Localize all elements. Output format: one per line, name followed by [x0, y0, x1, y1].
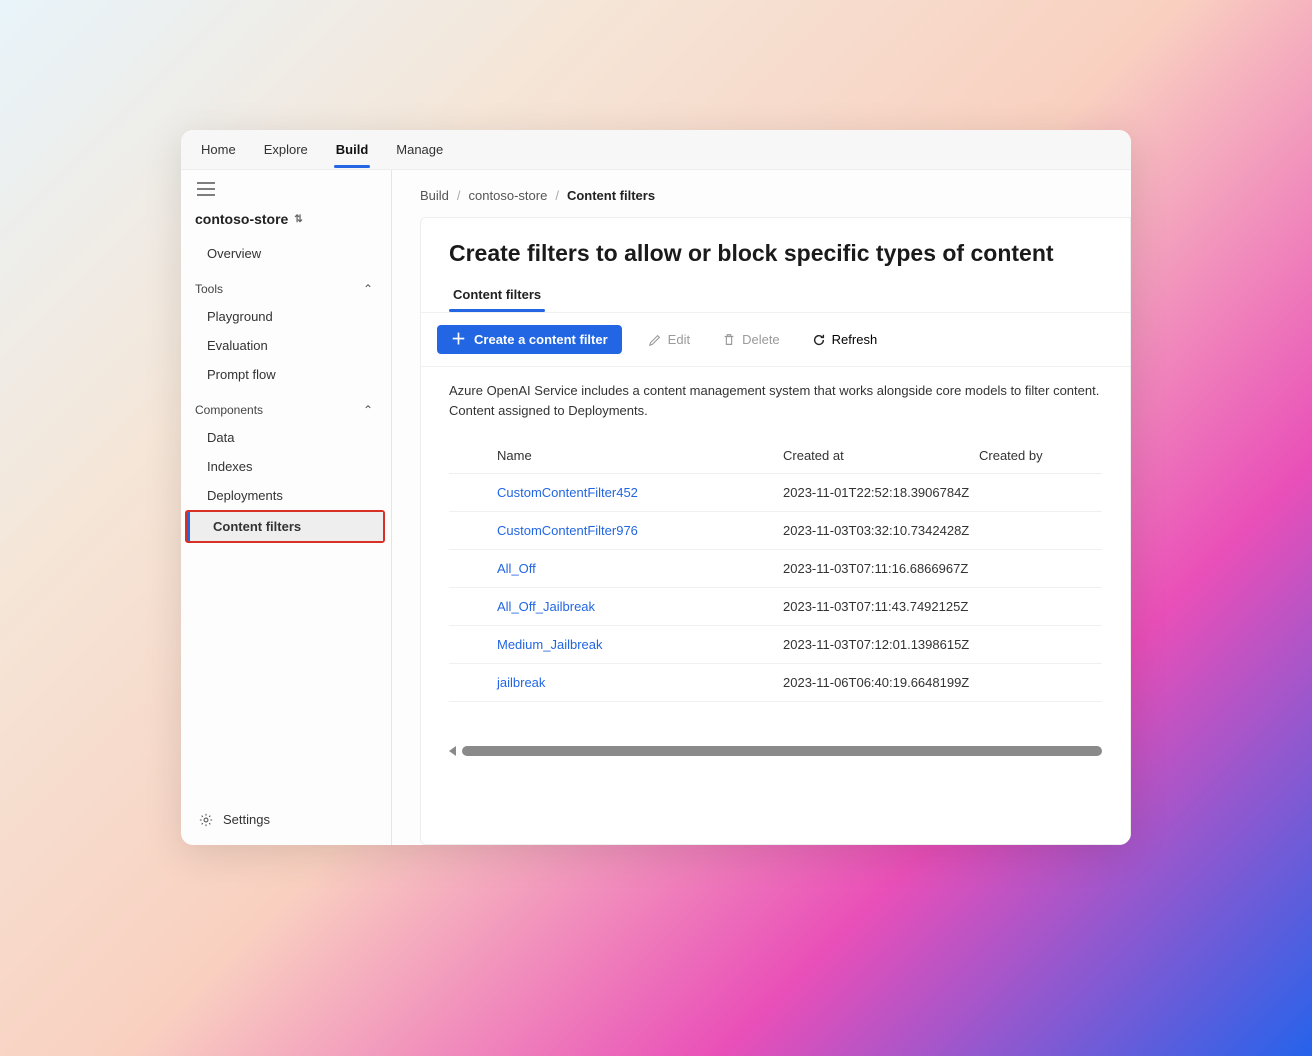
create-btn-label: Create a content filter — [474, 332, 608, 347]
sidebar: contoso-store ⇅ Overview Tools ⌃ Playgro… — [181, 170, 392, 845]
topnav-build[interactable]: Build — [334, 132, 371, 167]
tab-row: Content filters — [421, 281, 1130, 313]
scroll-left-icon[interactable] — [449, 746, 456, 756]
sidebar-item-data[interactable]: Data — [181, 423, 391, 452]
sidebar-item-overview[interactable]: Overview — [181, 239, 391, 268]
crumb-store[interactable]: contoso-store — [469, 188, 548, 203]
main: Build / contoso-store / Content filters … — [392, 170, 1131, 845]
section-tools[interactable]: Tools ⌃ — [181, 268, 391, 302]
plus-icon: ＋ — [451, 332, 466, 347]
refresh-button[interactable]: Refresh — [806, 328, 884, 351]
sidebar-item-deployments[interactable]: Deployments — [181, 481, 391, 510]
col-created-at: Created at — [783, 448, 979, 463]
pencil-icon — [648, 333, 662, 347]
tab-content-filters[interactable]: Content filters — [449, 281, 545, 312]
chevron-up-icon: ⌃ — [363, 282, 373, 296]
filter-created-at: 2023-11-03T07:11:16.6866967Z — [783, 561, 979, 576]
crumb-build[interactable]: Build — [420, 188, 449, 203]
sidebar-item-settings[interactable]: Settings — [181, 802, 391, 837]
table-row[interactable]: All_Off_Jailbreak2023-11-03T07:11:43.749… — [449, 588, 1102, 626]
filter-name-link[interactable]: Medium_Jailbreak — [497, 637, 783, 652]
table-row[interactable]: CustomContentFilter9762023-11-03T03:32:1… — [449, 512, 1102, 550]
store-name: contoso-store — [195, 211, 288, 227]
topnav-manage[interactable]: Manage — [394, 132, 445, 167]
sidebar-item-evaluation[interactable]: Evaluation — [181, 331, 391, 360]
top-nav: Home Explore Build Manage — [181, 130, 1131, 170]
breadcrumb: Build / contoso-store / Content filters — [392, 170, 1131, 217]
filter-name-link[interactable]: CustomContentFilter452 — [497, 485, 783, 500]
filters-table: Name Created at Created by CustomContent… — [421, 438, 1130, 702]
settings-label: Settings — [223, 812, 270, 827]
filter-created-at: 2023-11-03T07:12:01.1398615Z — [783, 637, 979, 652]
gear-icon — [199, 813, 213, 827]
highlight-box: Content filters — [185, 510, 385, 543]
filter-name-link[interactable]: All_Off — [497, 561, 783, 576]
panel-description: Azure OpenAI Service includes a content … — [421, 367, 1130, 438]
col-created-by: Created by — [979, 448, 1082, 463]
sidebar-item-indexes[interactable]: Indexes — [181, 452, 391, 481]
filter-created-at: 2023-11-03T07:11:43.7492125Z — [783, 599, 979, 614]
col-name: Name — [497, 448, 783, 463]
app-window: Home Explore Build Manage contoso-store … — [181, 130, 1131, 845]
table-header: Name Created at Created by — [449, 438, 1102, 474]
topnav-explore[interactable]: Explore — [262, 132, 310, 167]
crumb-sep: / — [457, 188, 461, 203]
topnav-home[interactable]: Home — [199, 132, 238, 167]
section-tools-label: Tools — [195, 282, 223, 296]
filter-created-at: 2023-11-03T03:32:10.7342428Z — [783, 523, 979, 538]
table-row[interactable]: Medium_Jailbreak2023-11-03T07:12:01.1398… — [449, 626, 1102, 664]
table-row[interactable]: jailbreak2023-11-06T06:40:19.6648199Z — [449, 664, 1102, 702]
sidebar-item-content-filters[interactable]: Content filters — [187, 512, 383, 541]
filter-created-at: 2023-11-01T22:52:18.3906784Z — [783, 485, 979, 500]
section-components-label: Components — [195, 403, 263, 417]
edit-button[interactable]: Edit — [642, 328, 696, 351]
filter-name-link[interactable]: All_Off_Jailbreak — [497, 599, 783, 614]
filter-name-link[interactable]: jailbreak — [497, 675, 783, 690]
filter-created-at: 2023-11-06T06:40:19.6648199Z — [783, 675, 979, 690]
content-panel: Create filters to allow or block specifi… — [420, 217, 1131, 845]
table-row[interactable]: CustomContentFilter4522023-11-01T22:52:1… — [449, 474, 1102, 512]
refresh-label: Refresh — [832, 332, 878, 347]
edit-label: Edit — [668, 332, 690, 347]
crumb-sep: / — [555, 188, 559, 203]
section-components[interactable]: Components ⌃ — [181, 389, 391, 423]
horizontal-scrollbar[interactable] — [421, 702, 1130, 768]
delete-label: Delete — [742, 332, 780, 347]
hamburger-icon[interactable] — [181, 170, 391, 207]
sidebar-item-playground[interactable]: Playground — [181, 302, 391, 331]
create-content-filter-button[interactable]: ＋ Create a content filter — [437, 325, 622, 354]
scroll-track[interactable] — [462, 746, 1102, 756]
toolbar: ＋ Create a content filter Edit Delete Re… — [421, 313, 1130, 367]
delete-button[interactable]: Delete — [716, 328, 786, 351]
sidebar-item-prompt-flow[interactable]: Prompt flow — [181, 360, 391, 389]
refresh-icon — [812, 333, 826, 347]
filter-name-link[interactable]: CustomContentFilter976 — [497, 523, 783, 538]
updown-icon: ⇅ — [294, 214, 302, 225]
page-title: Create filters to allow or block specifi… — [421, 218, 1130, 281]
store-picker[interactable]: contoso-store ⇅ — [181, 207, 391, 239]
chevron-up-icon: ⌃ — [363, 403, 373, 417]
table-row[interactable]: All_Off2023-11-03T07:11:16.6866967Z — [449, 550, 1102, 588]
trash-icon — [722, 333, 736, 347]
crumb-current: Content filters — [567, 188, 655, 203]
